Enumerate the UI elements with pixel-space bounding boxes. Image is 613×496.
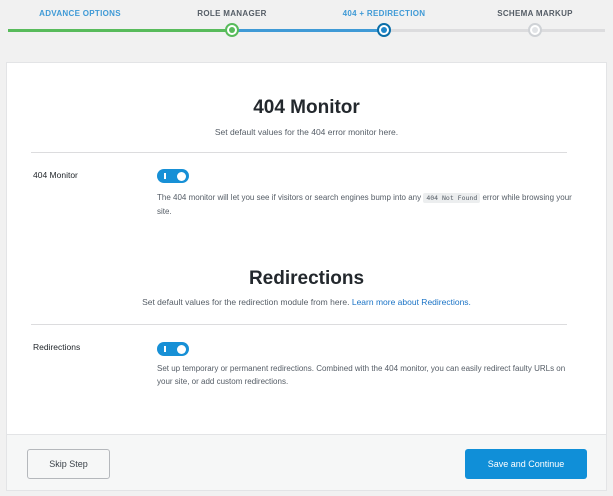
settings-card: 404 Monitor Set default values for the 4… — [6, 62, 607, 491]
section-divider — [31, 324, 567, 325]
progress-track-done — [8, 29, 232, 32]
progress-track-remaining — [384, 29, 605, 32]
toggle-on-mark-icon — [164, 173, 166, 179]
setup-stepper: ADVANCE OPTIONS ROLE MANAGER 404 + REDIR… — [0, 0, 613, 44]
step-schema-markup[interactable]: SCHEMA MARKUP — [497, 9, 573, 18]
save-and-continue-button[interactable]: Save and Continue — [465, 449, 587, 479]
redirections-section-title: Redirections — [248, 268, 365, 289]
redirections-field-help: Set up temporary or permanent redirectio… — [157, 364, 566, 386]
redirections-section-description: Set default values for the redirection m… — [7, 297, 606, 307]
monitor-section-description: Set default values for the 404 error mon… — [214, 127, 399, 137]
monitor-section-title: 404 Monitor — [253, 97, 360, 118]
step-role-manager[interactable]: ROLE MANAGER — [197, 9, 266, 18]
step-404-redirection[interactable]: 404 + REDIRECTION — [343, 9, 426, 18]
monitor-field-help: The 404 monitor will let you see if visi… — [157, 191, 577, 218]
monitor-field-label: 404 Monitor — [33, 170, 78, 180]
step-dot-schema-markup[interactable] — [528, 23, 542, 37]
monitor-help-text: The 404 monitor will let you see if visi… — [157, 193, 424, 202]
toggle-knob — [177, 344, 186, 354]
step-dot-role-manager[interactable] — [225, 23, 239, 37]
redirections-description-text: Set default values for the redirection m… — [142, 297, 352, 307]
not-found-code: 404 Not Found — [423, 193, 481, 203]
toggle-on-mark-icon — [164, 346, 166, 352]
step-dot-404-redirection[interactable] — [377, 23, 391, 37]
card-footer: Skip Step Save and Continue — [7, 434, 606, 490]
skip-step-button[interactable]: Skip Step — [27, 449, 110, 479]
toggle-knob — [177, 171, 186, 181]
redirections-toggle[interactable] — [157, 342, 189, 356]
redirections-field-label: Redirections — [33, 342, 81, 352]
section-divider — [31, 152, 567, 153]
monitor-toggle[interactable] — [157, 169, 189, 183]
learn-more-link[interactable]: Learn more about Redirections. — [352, 297, 471, 307]
progress-track-active — [232, 29, 384, 32]
step-advance-options[interactable]: ADVANCE OPTIONS — [39, 9, 121, 18]
